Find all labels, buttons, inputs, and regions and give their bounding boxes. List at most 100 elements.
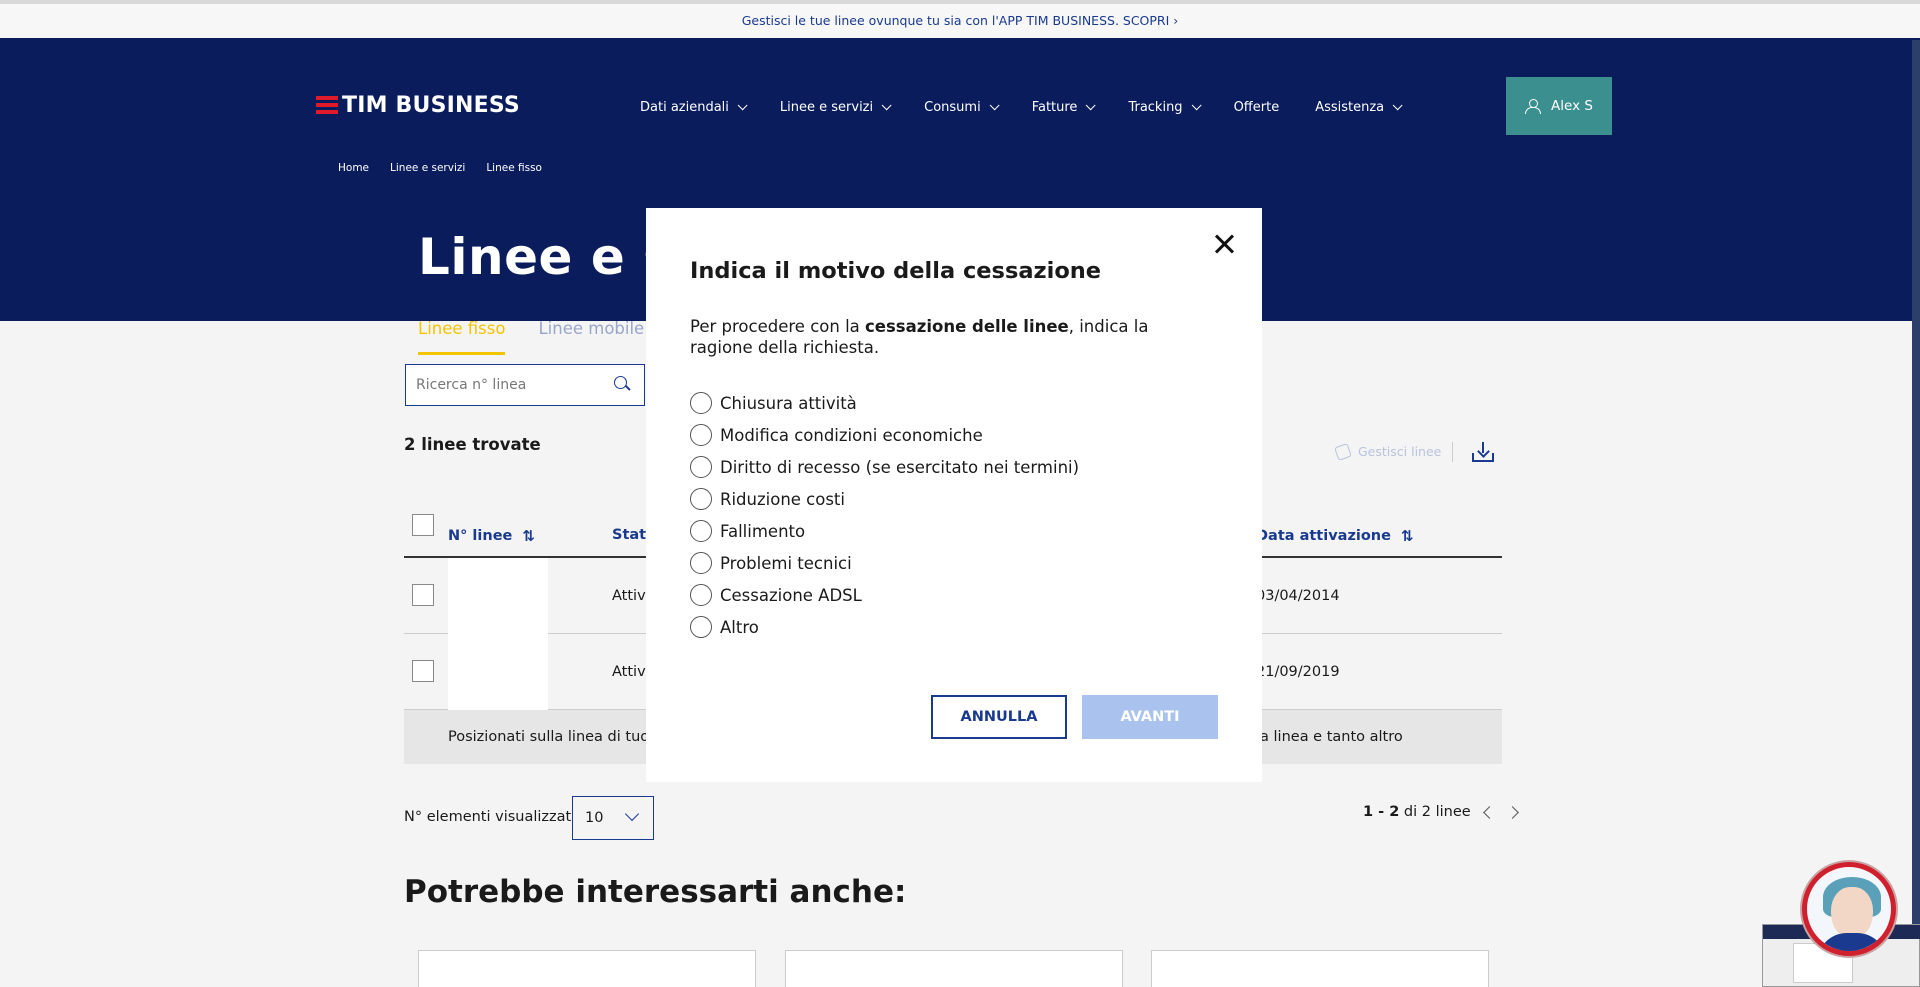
lines-count: 2 linee trovate — [404, 435, 541, 454]
option-label: Problemi tecnici — [720, 553, 852, 573]
modal-description: Per procedere con la cessazione delle li… — [690, 316, 1210, 358]
cancel-button[interactable]: ANNULLA — [931, 695, 1067, 739]
modal-title: Indica il motivo della cessazione — [690, 258, 1102, 284]
nav-label: Consumi — [924, 99, 981, 115]
chevron-down-icon — [1191, 99, 1202, 110]
option-label: Riduzione costi — [720, 489, 845, 509]
nav-assistenza[interactable]: Assistenza — [1315, 96, 1403, 118]
manage-lines-button[interactable]: Gestisci linee — [1334, 442, 1442, 461]
reason-option-altro[interactable]: Altro — [690, 611, 1079, 643]
column-header-number[interactable]: N° linee ⇅ — [448, 527, 535, 545]
row-activation-date: 21/09/2019 — [1256, 664, 1340, 680]
manage-lines-label: Gestisci linee — [1358, 444, 1442, 459]
suggestion-card[interactable] — [418, 950, 756, 987]
row-checkbox[interactable] — [412, 660, 434, 682]
promo-chevron-icon: › — [1173, 13, 1179, 28]
window-edge — [1912, 40, 1920, 987]
nav-fatture[interactable]: Fatture — [1031, 96, 1097, 118]
desc-text: Per procedere con la — [690, 317, 866, 336]
radio-button[interactable] — [690, 456, 712, 478]
promo-banner[interactable]: Gestisci le tue linee ovunque tu sia con… — [0, 4, 1920, 38]
nav-offerte[interactable]: Offerte — [1234, 96, 1280, 118]
radio-button[interactable] — [690, 488, 712, 510]
breadcrumb-home[interactable]: Home — [338, 162, 369, 174]
line-tabs: Linee fisso Linee mobile — [418, 319, 677, 355]
reason-option-chiusura-attivita[interactable]: Chiusura attività — [690, 387, 1079, 419]
pagination-total: di 2 linee — [1403, 804, 1471, 820]
reason-option-modifica-condizioni[interactable]: Modifica condizioni economiche — [690, 419, 1079, 451]
radio-button[interactable] — [690, 552, 712, 574]
tim-business-logo[interactable]: TIM BUSINESS — [316, 93, 520, 118]
row-activation-date: 03/04/2014 — [1256, 588, 1340, 604]
column-label: Data attivazione — [1256, 528, 1391, 544]
reason-option-problemi-tecnici[interactable]: Problemi tecnici — [690, 547, 1079, 579]
toolbar-divider — [1452, 442, 1453, 462]
chevron-down-icon — [1392, 99, 1403, 110]
pagination: 1 - 2 di 2 linee — [1363, 804, 1519, 820]
nav-label: Assistenza — [1315, 99, 1385, 115]
per-page-value: 10 — [585, 810, 604, 826]
next-button[interactable]: AVANTI — [1082, 695, 1218, 739]
phone-icon — [1334, 442, 1352, 461]
breadcrumb-linee-servizi[interactable]: Linee e servizi — [390, 162, 465, 174]
user-name: Alex S — [1551, 98, 1593, 114]
main-nav: Dati aziendali Linee e servizi Consumi F… — [640, 96, 1435, 118]
radio-button[interactable] — [690, 584, 712, 606]
search-placeholder: Ricerca n° linea — [416, 377, 527, 393]
pagination-range: 1 - 2 — [1363, 804, 1400, 820]
breadcrumb-linee-fisso[interactable]: Linee fisso — [486, 162, 542, 174]
reason-radio-group: Chiusura attività Modifica condizioni ec… — [690, 387, 1079, 643]
sort-icon[interactable]: ⇅ — [522, 527, 535, 545]
chevron-down-icon — [881, 99, 892, 110]
nav-dati-aziendali[interactable]: Dati aziendali — [640, 96, 748, 118]
row-checkbox[interactable] — [412, 584, 434, 606]
per-page-select[interactable]: 10 — [572, 796, 654, 840]
reason-option-diritto-recesso[interactable]: Diritto di recesso (se esercitato nei te… — [690, 451, 1079, 483]
user-account-button[interactable]: Alex S — [1506, 77, 1612, 135]
nav-label: Dati aziendali — [640, 99, 729, 115]
option-label: Diritto di recesso (se esercitato nei te… — [720, 457, 1080, 477]
suggestion-card[interactable] — [1151, 950, 1489, 987]
promo-text[interactable]: Gestisci le tue linee ovunque tu sia con… — [742, 13, 1170, 28]
option-label: Fallimento — [720, 521, 806, 541]
nav-label: Offerte — [1233, 99, 1280, 115]
desc-bold-text: cessazione delle linee — [865, 317, 1069, 336]
nav-label: Fatture — [1031, 99, 1078, 115]
radio-button[interactable] — [690, 520, 712, 542]
chat-assistant-avatar[interactable] — [1802, 862, 1896, 956]
column-label: N° linee — [448, 528, 513, 544]
option-label: Cessazione ADSL — [720, 585, 862, 605]
chevron-right-icon[interactable] — [1505, 805, 1519, 819]
chevron-down-icon — [624, 806, 640, 822]
column-header-activation-date[interactable]: Data attivazione ⇅ — [1256, 527, 1414, 545]
suggestion-card[interactable] — [785, 950, 1123, 987]
nav-label: Linee e servizi — [779, 99, 874, 115]
reason-option-fallimento[interactable]: Fallimento — [690, 515, 1079, 547]
reason-option-riduzione-costi[interactable]: Riduzione costi — [690, 483, 1079, 515]
nav-consumi[interactable]: Consumi — [924, 96, 1000, 118]
breadcrumb: Home Linee e servizi Linee fisso — [338, 162, 563, 174]
redacted-line-numbers — [448, 558, 548, 716]
option-label: Altro — [720, 617, 759, 637]
nav-label: Tracking — [1128, 99, 1183, 115]
section-title: Potrebbe interessarti anche: — [404, 874, 907, 910]
nav-tracking[interactable]: Tracking — [1128, 96, 1202, 118]
nav-linee-servizi[interactable]: Linee e servizi — [779, 96, 892, 118]
radio-button[interactable] — [690, 424, 712, 446]
line-search-field[interactable]: Ricerca n° linea — [405, 364, 645, 406]
search-icon[interactable] — [614, 376, 630, 392]
sort-icon[interactable]: ⇅ — [1401, 527, 1414, 545]
close-icon[interactable] — [1212, 232, 1236, 256]
tab-linee-mobile[interactable]: Linee mobile — [538, 319, 644, 352]
per-page-label: N° elementi visualizzati — [404, 809, 576, 825]
chevron-left-icon[interactable] — [1482, 805, 1496, 819]
tab-linee-fisso[interactable]: Linee fisso — [418, 319, 506, 355]
reason-option-cessazione-adsl[interactable]: Cessazione ADSL — [690, 579, 1079, 611]
download-icon[interactable] — [1472, 442, 1494, 462]
radio-button[interactable] — [690, 616, 712, 638]
chevron-down-icon — [1086, 99, 1097, 110]
chevron-down-icon — [737, 99, 748, 110]
radio-button[interactable] — [690, 392, 712, 414]
select-all-checkbox[interactable] — [412, 514, 434, 536]
info-text-left: Posizionati sulla linea di tuo in — [448, 729, 667, 745]
